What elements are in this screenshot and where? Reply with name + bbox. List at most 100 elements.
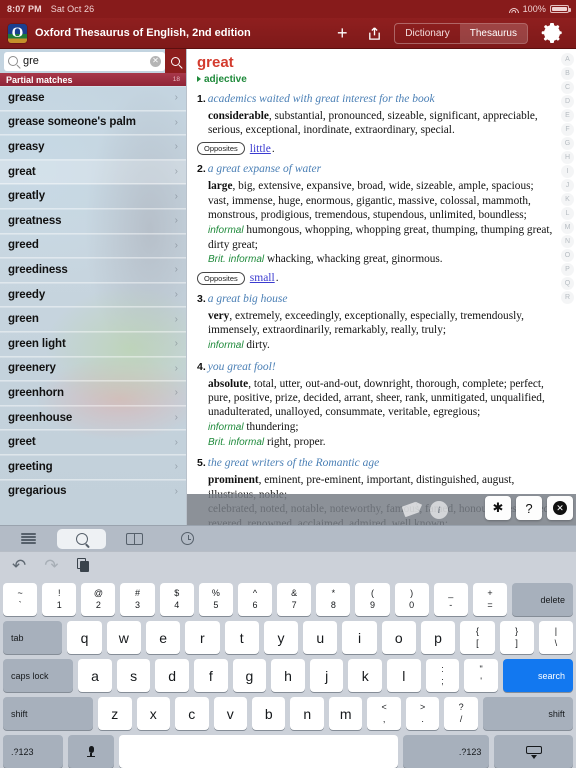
clear-icon[interactable]: ✕ [150,55,161,67]
list-item[interactable]: greenhouse › [0,406,186,431]
alphabet-index-d[interactable]: D [561,95,574,108]
alphabet-index-g[interactable]: G [561,137,574,150]
key-y[interactable]: y [263,621,299,654]
key-i[interactable]: i [342,621,377,654]
alphabet-index[interactable]: ABCDEFGHIJKLMNOPQR [560,53,575,525]
bottom-tab-bar[interactable] [0,525,576,551]
key-0[interactable]: ) 0 [394,583,429,616]
alphabet-index-q[interactable]: Q [561,277,574,290]
key-b[interactable]: b [251,697,286,730]
key-9[interactable]: (9 [355,583,390,616]
key-microphone[interactable] [67,735,115,768]
tab-search[interactable] [57,528,106,549]
tab-bookmarks[interactable] [110,529,159,549]
opposites-link[interactable]: little [250,143,271,155]
key-u[interactable]: u [303,621,338,654]
list-item[interactable]: greatly › [0,184,186,209]
key-7[interactable]: & 7 [277,583,312,616]
list-item[interactable]: greediness › [0,258,186,283]
settings-button[interactable] [536,21,568,45]
key-[interactable]: + = [472,583,508,616]
key-[interactable]: <, [367,697,401,730]
key-space[interactable] [119,735,398,768]
alphabet-index-p[interactable]: P [561,263,574,276]
favourite-button[interactable]: ✱ [485,496,511,520]
key-r[interactable]: r [185,621,220,654]
opposites-link[interactable]: small [250,272,275,284]
key-n[interactable]: n [290,697,324,730]
paste-icon[interactable] [76,558,90,573]
search-submit-button[interactable] [165,49,186,74]
list-item[interactable]: greed › [0,234,186,259]
key-shift[interactable]: shift [482,697,573,730]
key-f[interactable]: f [194,659,228,692]
key-[interactable]: {[ [460,621,495,654]
key-g[interactable]: g [232,659,267,692]
close-button[interactable]: ✕ [547,496,573,520]
list-item[interactable]: gregarious › [0,480,186,501]
key-z[interactable]: z [98,697,132,730]
list-item[interactable]: greenhorn › [0,381,186,406]
entry-content-panel[interactable]: great adjective 1. academics waited with … [186,49,576,525]
alphabet-index-k[interactable]: K [561,193,574,206]
key-e[interactable]: e [145,621,181,654]
key-tab[interactable]: tab [3,621,63,654]
key-shift[interactable]: shift [3,697,94,730]
content-overlay-buttons[interactable]: ✱ ? ✕ [485,496,573,520]
search-input[interactable]: gre ✕ [4,51,165,71]
key-5[interactable]: % 5 [198,583,233,616]
alphabet-index-e[interactable]: E [561,109,574,122]
key-8[interactable]: * 8 [316,583,351,616]
key-6[interactable]: ^ 6 [237,583,273,616]
key-[interactable]: ? / [444,697,478,730]
add-button[interactable]: + [326,21,358,45]
partial-matches-list[interactable]: grease › grease someone's palm › greasy › grea… [0,86,186,500]
alphabet-index-b[interactable]: B [561,67,574,80]
key-a[interactable]: a [78,659,112,692]
key-4[interactable]: $4 [159,583,194,616]
help-button[interactable]: ? [516,496,542,520]
undo-icon[interactable]: ↶ [12,557,26,574]
key-o[interactable]: o [381,621,416,654]
key-p[interactable]: p [420,621,456,654]
key-h[interactable]: h [271,659,305,692]
key---123[interactable]: .?123 [402,735,490,768]
alphabet-index-m[interactable]: M [561,221,574,234]
list-item[interactable]: grease someone's palm › [0,111,186,136]
alphabet-index-c[interactable]: C [561,81,574,94]
alphabet-index-h[interactable]: H [561,151,574,164]
key-[interactable]: _ - [433,583,468,616]
alphabet-index-i[interactable]: I [561,165,574,178]
key-[interactable]: :; [425,659,460,692]
list-item[interactable]: greedy › [0,283,186,308]
key-[interactable]: }] [499,621,534,654]
part-of-speech[interactable]: adjective [197,74,554,85]
key-w[interactable]: w [106,621,141,654]
key-hide-keyboard[interactable] [494,735,573,768]
segment-dictionary[interactable]: Dictionary [395,24,459,43]
list-item[interactable]: greet › [0,430,186,455]
alphabet-index-n[interactable]: N [561,235,574,248]
key-j[interactable]: j [309,659,344,692]
key-2[interactable]: @2 [81,583,116,616]
onscreen-keyboard[interactable]: ~ `! 1 @2 #3 $4% 5 ^ 6 & 7 * 8(9) 0 _ - + = delete tab q w e r t… [0,579,576,768]
alphabet-index-l[interactable]: L [561,207,574,220]
alphabet-index-a[interactable]: A [561,53,574,66]
key-c[interactable]: c [175,697,209,730]
alphabet-index-f[interactable]: F [561,123,574,136]
list-item[interactable]: greasy › [0,135,186,160]
pencil-icon[interactable] [401,501,420,518]
list-item[interactable]: greatness › [0,209,186,234]
key-delete[interactable]: delete [512,583,573,616]
key-d[interactable]: d [155,659,189,692]
segment-thesaurus[interactable]: Thesaurus [459,23,527,43]
key-[interactable]: " ' [464,659,498,692]
alphabet-index-r[interactable]: R [561,291,574,304]
key---123[interactable]: .?123 [3,735,63,768]
list-item[interactable]: greenery › [0,357,186,382]
alphabet-index-j[interactable]: J [561,179,574,192]
key-[interactable]: ~ ` [3,583,38,616]
tab-index[interactable] [4,529,53,549]
key-search[interactable]: search [502,659,574,692]
mode-segmented-control[interactable]: Dictionary Thesaurus [394,22,528,44]
